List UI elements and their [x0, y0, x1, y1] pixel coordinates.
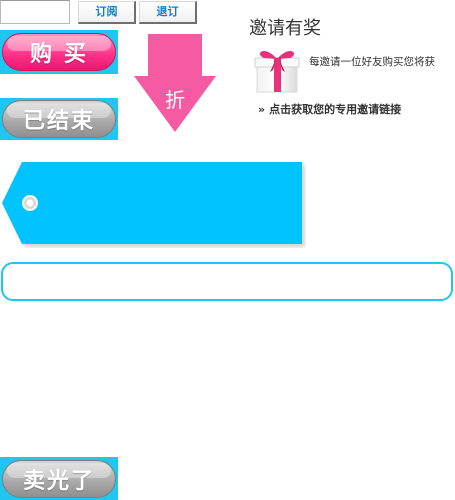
price-tag-icon	[2, 162, 302, 244]
invite-description: 每邀请一位好友购买您将获	[309, 56, 435, 68]
down-arrow-icon	[134, 34, 216, 132]
buy-button-label: 购 买	[30, 42, 88, 67]
double-chevron-icon: »	[258, 103, 266, 116]
gift-icon	[254, 51, 300, 93]
invite-title: 邀请有奖	[249, 18, 321, 39]
content-box	[1, 262, 453, 301]
discount-label: 折	[165, 88, 185, 112]
invite-link-label: 点击获取您的专用邀请链接	[269, 103, 402, 116]
sold-out-button: 卖光了	[2, 459, 116, 498]
subscribe-button[interactable]: 订阅	[78, 1, 136, 24]
email-input[interactable]	[0, 0, 70, 24]
unsubscribe-button[interactable]: 退订	[139, 1, 197, 24]
ended-button-label: 已结束	[22, 109, 95, 134]
ended-button: 已结束	[2, 100, 116, 138]
buy-button-wrap: 购 买	[0, 30, 118, 74]
ended-button-wrap: 已结束	[0, 98, 118, 140]
buy-button[interactable]: 购 买	[2, 33, 116, 71]
sold-out-button-label: 卖光了	[22, 468, 95, 494]
invite-link[interactable]: » 点击获取您的专用邀请链接	[258, 101, 401, 117]
sold-out-button-wrap: 卖光了	[0, 457, 118, 500]
